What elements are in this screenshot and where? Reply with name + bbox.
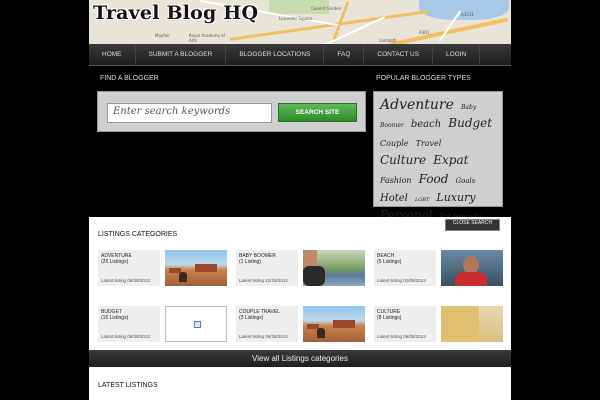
tag-link[interactable]: Travel (416, 139, 442, 148)
category-thumbnail[interactable] (303, 306, 365, 342)
broken-image-icon (194, 321, 201, 328)
nav-blogger-locations[interactable]: BLOGGER LOCATIONS (226, 43, 325, 66)
map-river (419, 0, 509, 20)
category-card[interactable]: COUPLE TRAVEL (3 Listings) Latest listin… (236, 306, 298, 342)
category-thumbnail[interactable] (441, 250, 503, 286)
listings-categories-heading: LISTINGS CATEGORIES (98, 231, 178, 238)
view-all-categories-button[interactable]: View all Listings categories (89, 350, 511, 367)
horse-rider (317, 328, 325, 338)
person-body (455, 272, 487, 286)
tag-link[interactable]: Expat (433, 153, 468, 167)
tag-link[interactable]: Adventure (380, 97, 454, 113)
category-thumbnail[interactable] (441, 306, 503, 342)
category-count: (8 Listings) (377, 315, 402, 321)
map-label: Covent Garden (311, 6, 342, 11)
category-latest: Latest listing 06/28/2013 (377, 334, 426, 339)
category-thumbnail[interactable] (303, 250, 365, 286)
map-label: A301 (419, 30, 430, 35)
mesa (195, 264, 217, 272)
tag-link[interactable]: LGBT (415, 197, 429, 203)
map-label: Lambeth (379, 38, 397, 43)
nav-submit-blogger[interactable]: SUBMIT A BLOGGER (136, 43, 227, 66)
category-count: (16 Listings) (101, 315, 129, 321)
close-search-button[interactable]: CLOSE SEARCH (445, 219, 500, 231)
tag-link[interactable]: Hotel (380, 193, 408, 204)
popular-types-heading: POPULAR BLOGGER TYPES (376, 75, 471, 82)
header-banner: Mayfair Royal Academy of Arts Leicester … (89, 0, 511, 44)
category-card[interactable]: BEACH (5 Listings) Latest listing 02/08/… (374, 250, 436, 286)
person-body (303, 266, 325, 286)
category-latest: Latest listing 02/08/2013 (377, 278, 426, 283)
main-nav: HOME SUBMIT A BLOGGER BLOGGER LOCATIONS … (89, 43, 511, 66)
map-label: Mayfair (155, 33, 170, 38)
tag-link[interactable]: Food (419, 172, 449, 186)
category-card[interactable]: BUDGET (16 Listings) Latest listing 06/2… (98, 306, 160, 342)
latest-listings-heading: LATEST LISTINGS (98, 382, 158, 389)
category-latest: Latest listing 06/28/2013 (239, 334, 288, 339)
map-label: Royal Academy of Arts (189, 33, 225, 43)
nav-login[interactable]: LOGIN (433, 43, 481, 66)
tag-link[interactable]: Luxury (436, 191, 475, 204)
nav-contact-us[interactable]: CONTACT US (364, 43, 434, 66)
category-count: (3 Listings) (239, 315, 264, 321)
tag-cloud: Adventure Baby Boomer beach Budget Coupl… (373, 91, 503, 296)
nav-home[interactable]: HOME (89, 43, 136, 66)
tag-link[interactable]: Couple (380, 139, 409, 148)
map-road (389, 17, 509, 44)
search-box: Enter search keywords SEARCH SITE (97, 91, 366, 132)
tag-link[interactable]: Goals (456, 177, 476, 185)
category-thumbnail[interactable] (165, 306, 227, 342)
tag-link[interactable]: Culture (380, 153, 426, 167)
category-latest: Latest listing 06/28/2013 (101, 334, 150, 339)
site-title[interactable]: Travel Blog HQ (93, 2, 258, 24)
map-label: A3211 (461, 12, 474, 17)
category-thumbnail[interactable] (165, 250, 227, 286)
category-card[interactable]: BABY BOOMER (1 Listing) Latest listing 1… (236, 250, 298, 286)
person-face (303, 250, 317, 266)
map-road (229, 10, 429, 41)
category-card[interactable]: ADVENTURE (26 Listings) Latest listing 0… (98, 250, 160, 286)
map-label: Leicester Square (279, 16, 313, 21)
tag-link[interactable]: Fashion (380, 176, 412, 185)
mesa (333, 320, 355, 328)
category-count: (1 Listing) (239, 259, 261, 265)
category-count: (5 Listings) (377, 259, 402, 265)
nav-faq[interactable]: FAQ (324, 43, 365, 66)
search-button[interactable]: SEARCH SITE (278, 103, 357, 122)
find-blogger-heading: FIND A BLOGGER (100, 75, 159, 82)
category-card[interactable]: CULTURE (8 Listings) Latest listing 06/2… (374, 306, 436, 342)
horse-rider (179, 272, 187, 282)
person-hair (441, 306, 479, 342)
category-latest: Latest listing 06/28/2013 (101, 278, 150, 283)
category-latest: Latest listing 12/18/2012 (239, 278, 288, 283)
tag-link[interactable]: Budget (448, 116, 492, 130)
tag-link[interactable]: beach (411, 119, 441, 130)
category-count: (26 Listings) (101, 259, 129, 265)
search-input[interactable]: Enter search keywords (107, 103, 272, 123)
